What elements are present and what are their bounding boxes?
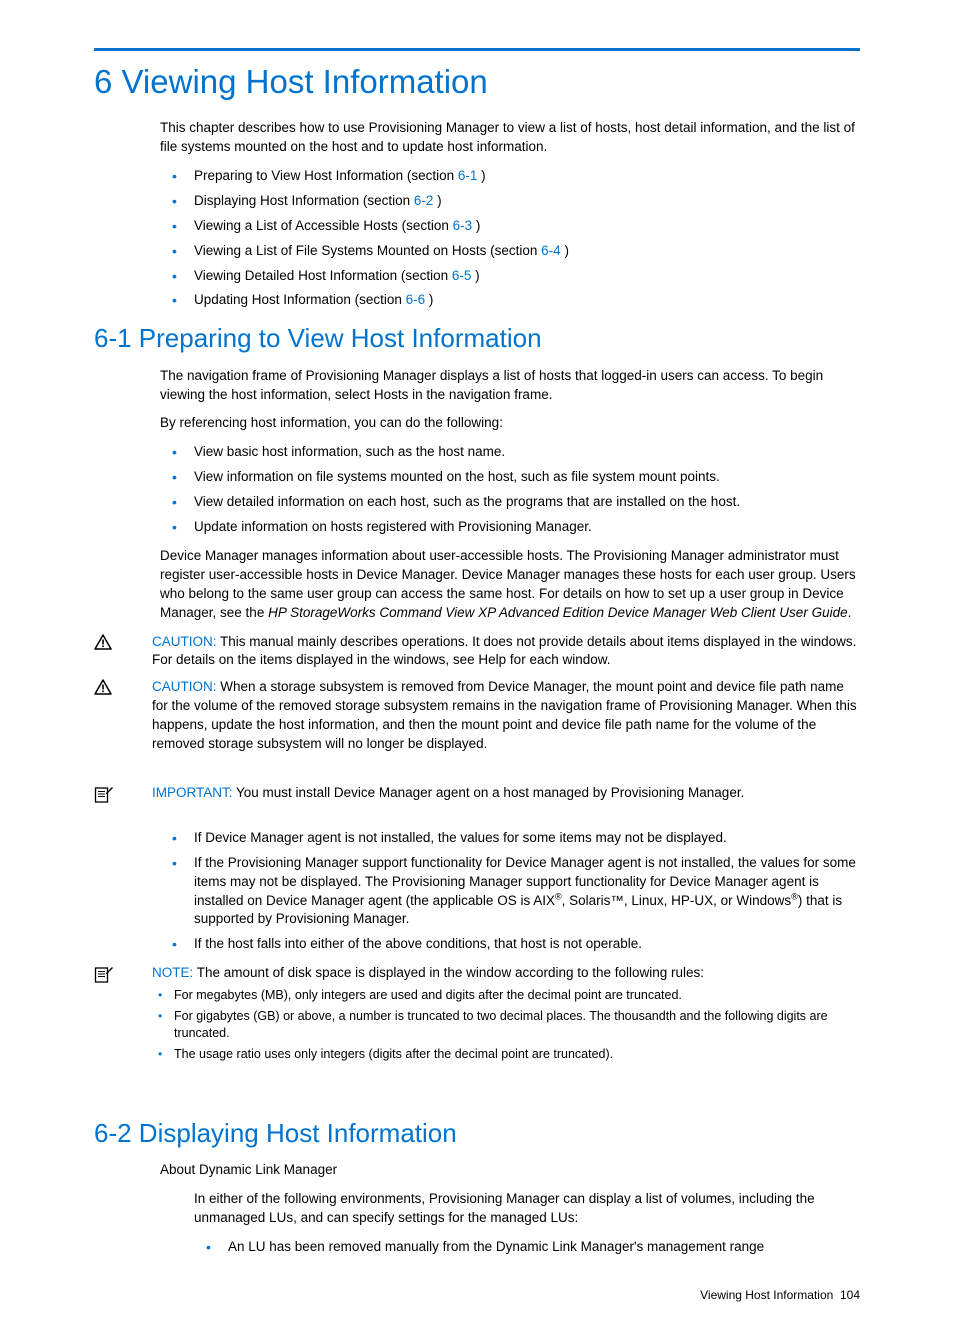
cross-reference[interactable]: 6-2 [414,193,434,208]
note-bullet-list: For megabytes (MB), only integers are us… [152,987,860,1063]
important-label: IMPORTANT: [152,785,233,800]
list-item: Update information on hosts registered w… [160,518,860,537]
note-icon [94,964,122,983]
list-item: An LU has been removed manually from the… [194,1238,860,1257]
section-6-2-heading: 6-2 Displaying Host Information [94,1115,860,1151]
bullet-list: View basic host information, such as the… [160,443,860,537]
toc-text: ) [561,243,569,258]
toc-text: ) [477,168,485,183]
top-rule [94,48,860,51]
important-text: You must install Device Manager agent on… [233,785,745,800]
toc-text: Viewing a List of Accessible Hosts (sect… [194,218,453,233]
note-text: The amount of disk space is displayed in… [193,965,704,980]
cross-reference[interactable]: 6-4 [541,243,561,258]
toc-text: Viewing a List of File Systems Mounted o… [194,243,541,258]
caution-icon [94,633,122,650]
toc-text: Viewing Detailed Host Information (secti… [194,268,452,283]
toc-text: ) [472,218,480,233]
section-paragraph: By referencing host information, you can… [160,414,860,433]
footer-text: Viewing Host Information [700,1288,833,1302]
list-item: View detailed information on each host, … [160,493,860,512]
toc-text: Displaying Host Information (section [194,193,414,208]
document-title-italic: HP StorageWorks Command View XP Advanced… [268,605,848,620]
cross-reference[interactable]: 6-5 [452,268,472,283]
body-text: . [848,605,852,620]
bullet-list: An LU has been removed manually from the… [194,1238,860,1257]
toc-item: Viewing Detailed Host Information (secti… [160,267,860,286]
caution-text: This manual mainly describes operations.… [152,634,856,668]
caution-icon [94,678,122,695]
section-6-1-heading: 6-1 Preparing to View Host Information [94,320,860,356]
subsection-title: About Dynamic Link Manager [160,1161,860,1180]
toc-text: ) [471,268,479,283]
body-text: , Solaris™, Linux, HP-UX, or Windows [562,893,792,908]
list-item: For megabytes (MB), only integers are us… [152,987,860,1004]
note-icon [94,784,122,803]
toc-text: Preparing to View Host Information (sect… [194,168,458,183]
list-item: If Device Manager agent is not installed… [160,829,860,848]
footer-page-number: 104 [840,1288,860,1302]
toc-item: Viewing a List of Accessible Hosts (sect… [160,217,860,236]
caution-admonition: CAUTION: When a storage subsystem is rem… [94,678,860,754]
caution-label: CAUTION: [152,634,217,649]
list-item: If the Provisioning Manager support func… [160,854,860,930]
section-paragraph: In either of the following environments,… [194,1190,860,1228]
list-item: View basic host information, such as the… [160,443,860,462]
list-item: The usage ratio uses only integers (digi… [152,1046,860,1063]
cross-reference[interactable]: 6-1 [458,168,478,183]
registered-mark: ® [791,891,798,901]
list-item: If the host falls into either of the abo… [160,935,860,954]
document-page: 6 Viewing Host Information This chapter … [0,0,954,1343]
intro-paragraph: This chapter describes how to use Provis… [160,119,860,157]
page-footer: Viewing Host Information 104 [94,1287,860,1304]
toc-item: Displaying Host Information (section 6-2… [160,192,860,211]
registered-mark: ® [555,891,562,901]
note-label: NOTE: [152,965,193,980]
chapter-heading: 6 Viewing Host Information [94,59,860,105]
note-admonition: NOTE: The amount of disk space is displa… [94,964,860,1072]
caution-admonition: CAUTION: This manual mainly describes op… [94,633,860,671]
caution-text: When a storage subsystem is removed from… [152,679,857,751]
section-paragraph: Device Manager manages information about… [160,547,860,623]
section-paragraph: The navigation frame of Provisioning Man… [160,367,860,405]
toc-item: Preparing to View Host Information (sect… [160,167,860,186]
important-admonition: IMPORTANT: You must install Device Manag… [94,784,860,803]
bullet-list: If Device Manager agent is not installed… [160,829,860,954]
toc-item: Updating Host Information (section 6-6 ) [160,291,860,310]
list-item: View information on file systems mounted… [160,468,860,487]
list-item: For gigabytes (GB) or above, a number is… [152,1008,860,1042]
cross-reference[interactable]: 6-3 [453,218,473,233]
toc-text: Updating Host Information (section [194,292,406,307]
toc-text: ) [433,193,441,208]
toc-item: Viewing a List of File Systems Mounted o… [160,242,860,261]
cross-reference[interactable]: 6-6 [406,292,426,307]
toc-list: Preparing to View Host Information (sect… [160,167,860,310]
caution-label: CAUTION: [152,679,217,694]
toc-text: ) [425,292,433,307]
